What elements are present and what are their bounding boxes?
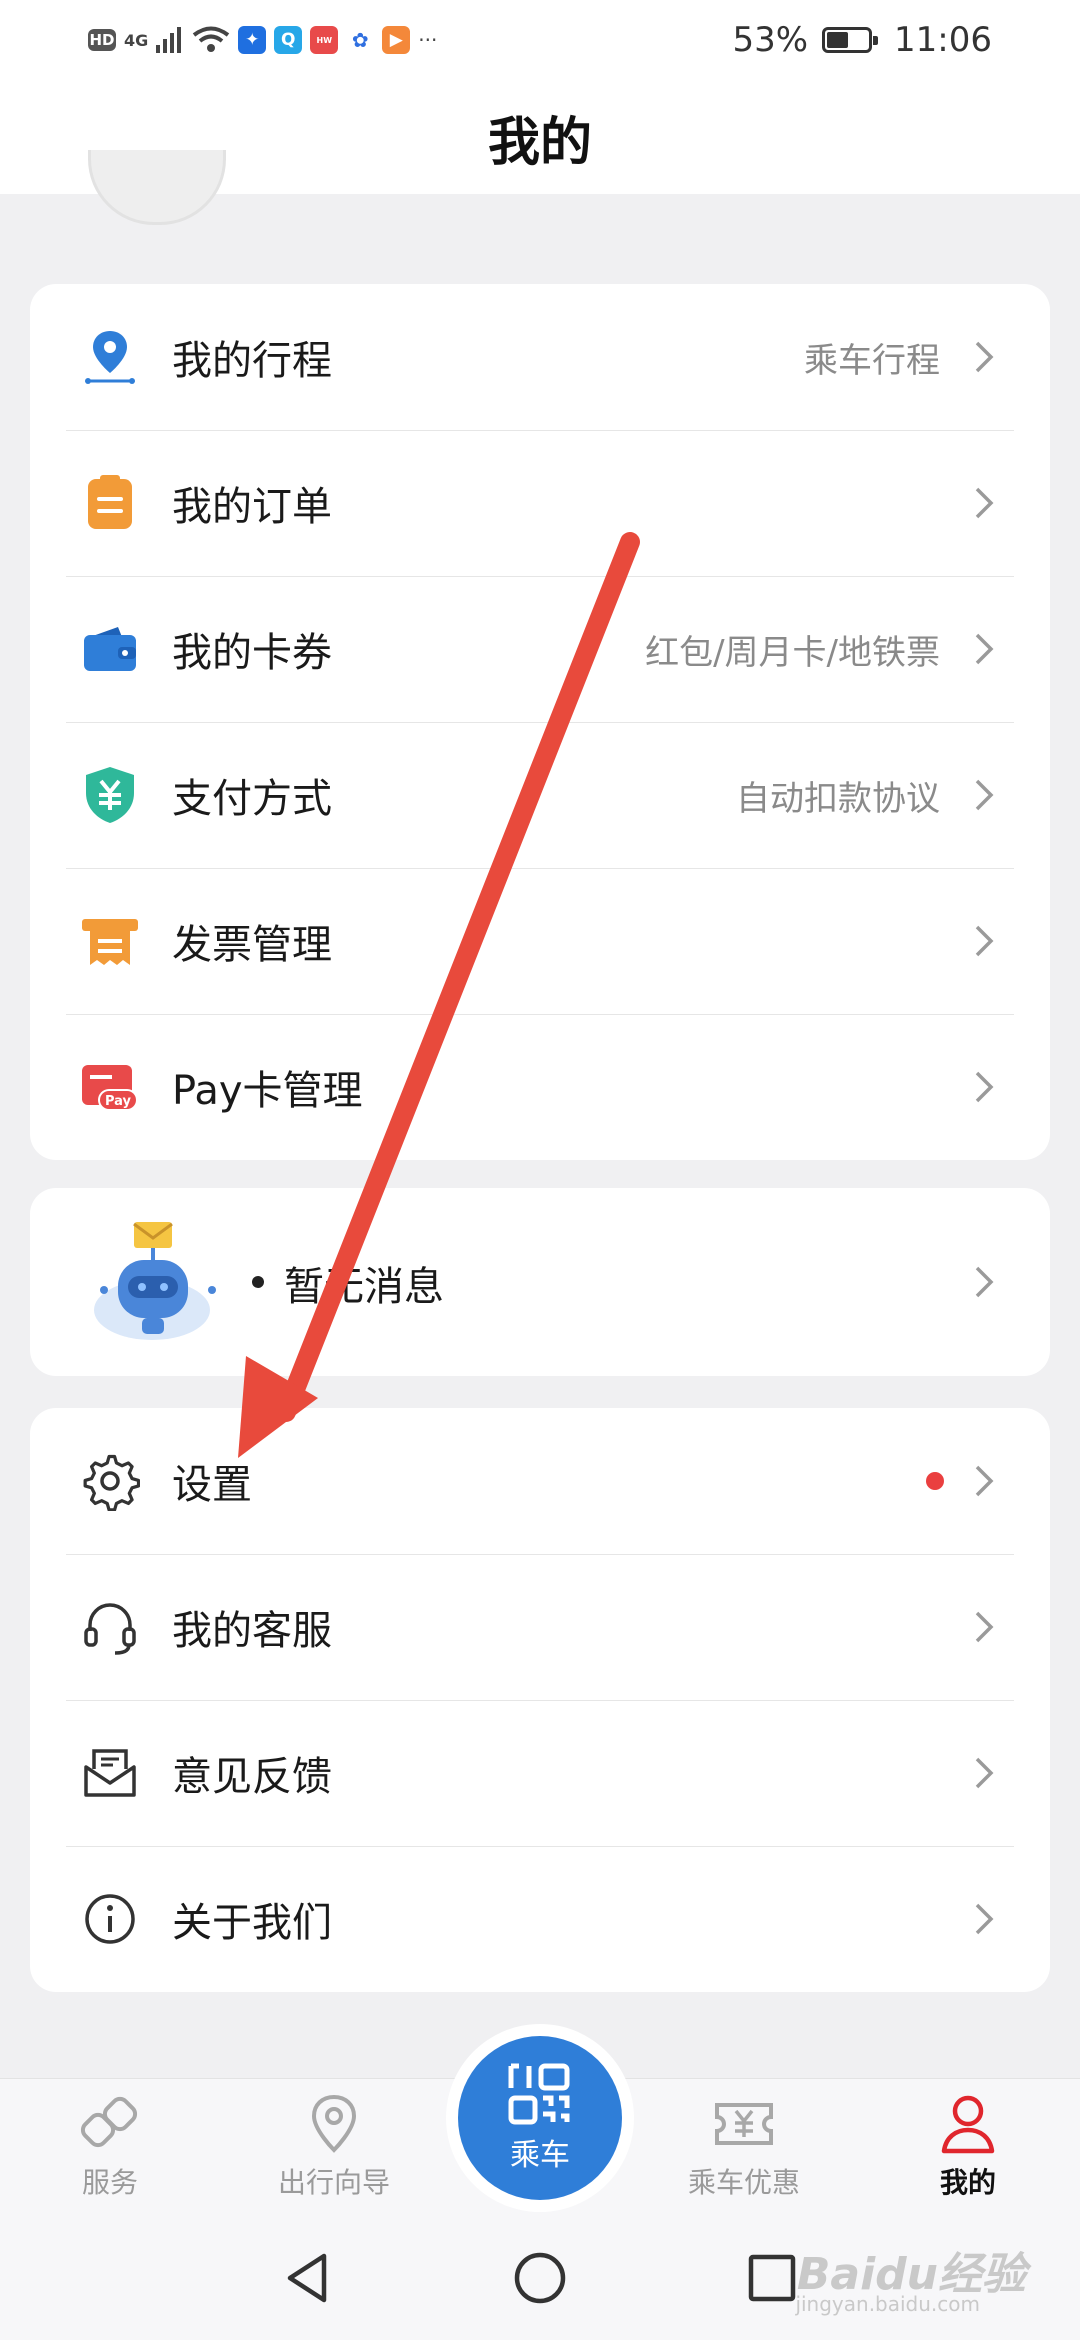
menu-item-customer-service[interactable]: 我的客服 — [30, 1554, 1050, 1700]
baidu-icon: ✿ — [346, 26, 375, 54]
page-title: 我的 — [487, 112, 592, 173]
status-bar: HD 4G ✦ Q HW ✿ ▶ ··· 53% 11:06 — [0, 0, 1080, 80]
menu-item-label: Pay卡管理 — [172, 1068, 363, 1114]
network-indicator: 4G — [124, 30, 149, 50]
tab-label: 乘车 — [510, 2138, 570, 2173]
chevron-right-icon — [975, 487, 994, 519]
tab-mine[interactable]: 我的 — [868, 2091, 1068, 2211]
chevron-right-icon — [975, 1071, 994, 1103]
svg-text:Pay: Pay — [105, 1094, 132, 1109]
tab-label: 我的 — [939, 2166, 996, 2199]
tab-label: 服务 — [81, 2166, 138, 2199]
tab-service[interactable]: 服务 — [10, 2091, 210, 2211]
menu-item-payment[interactable]: 支付方式 自动扣款协议 — [30, 722, 1050, 868]
tab-label: 乘车优惠 — [687, 2166, 800, 2199]
message-bullet — [252, 1276, 264, 1288]
tab-guide[interactable]: 出行向导 — [234, 2091, 434, 2211]
chevron-right-icon — [975, 1757, 994, 1789]
menu-item-label: 发票管理 — [172, 922, 332, 968]
battery-icon — [822, 27, 879, 53]
search-app-icon: Q — [274, 26, 303, 54]
main-menu-card: 我的行程 乘车行程 我的订单 我的卡券 红包/周月卡/地铁票 支付方式 自动扣款… — [30, 284, 1050, 1160]
menu-item-sub: 乘车行程 — [804, 340, 940, 381]
tab-ride[interactable]: 乘车 — [458, 2036, 622, 2200]
notification-dot — [926, 1472, 944, 1490]
chevron-right-icon — [975, 1903, 994, 1935]
menu-item-trips[interactable]: 我的行程 乘车行程 — [30, 284, 1050, 430]
user-icon — [941, 2095, 995, 2154]
wallet-icon — [84, 627, 136, 671]
settings-card: 设置 我的客服 意见反馈 关于我们 — [30, 1408, 1050, 1992]
pay-card-icon: Pay — [82, 1065, 138, 1111]
tab-label: 出行向导 — [277, 2166, 390, 2199]
service-icon — [80, 2096, 138, 2148]
menu-item-sub: 红包/周月卡/地铁票 — [645, 632, 940, 673]
hd-indicator: HD — [88, 29, 116, 51]
menu-item-coupons[interactable]: 我的卡券 红包/周月卡/地铁票 — [30, 576, 1050, 722]
headset-icon — [84, 1603, 136, 1655]
menu-item-label: 关于我们 — [172, 1900, 332, 1946]
robot-mail-icon — [94, 1222, 216, 1340]
chevron-right-icon — [975, 1465, 994, 1497]
menu-item-label: 我的客服 — [172, 1608, 332, 1654]
menu-item-label: 支付方式 — [172, 776, 332, 822]
menu-item-label: 我的行程 — [172, 338, 332, 384]
menu-item-label: 意见反馈 — [172, 1754, 332, 1800]
battery-level — [827, 32, 849, 48]
feedback-mail-icon — [84, 1749, 136, 1797]
yuan-shield-icon — [86, 767, 134, 823]
menu-item-pay-card[interactable]: Pay Pay卡管理 — [30, 1014, 1050, 1160]
huawei-icon: HW — [310, 26, 339, 54]
messages-row[interactable]: 暂无消息 — [30, 1188, 1050, 1376]
menu-item-orders[interactable]: 我的订单 — [30, 430, 1050, 576]
coupon-yuan-icon — [715, 2103, 773, 2145]
watermark-url: jingyan.baidu.com — [795, 2292, 980, 2316]
menu-item-settings[interactable]: 设置 — [30, 1408, 1050, 1554]
menu-item-label: 设置 — [172, 1462, 252, 1508]
menu-item-label: 我的订单 — [172, 484, 332, 530]
chevron-right-icon — [975, 341, 994, 373]
home-icon[interactable] — [510, 2248, 570, 2308]
battery-percent: 53% — [732, 20, 809, 60]
wifi-icon — [193, 26, 230, 52]
messages-card: 暂无消息 — [30, 1188, 1050, 1376]
recents-icon[interactable] — [742, 2248, 802, 2308]
order-clipboard-icon — [88, 475, 132, 529]
chevron-right-icon — [975, 779, 994, 811]
status-bar-left: HD 4G ✦ Q HW ✿ ▶ ··· — [88, 26, 437, 54]
status-bar-right: 53% 11:06 — [732, 20, 992, 60]
chevron-right-icon — [975, 1611, 994, 1643]
info-icon — [85, 1894, 135, 1944]
signal-icon — [156, 27, 182, 53]
menu-item-feedback[interactable]: 意见反馈 — [30, 1700, 1050, 1846]
menu-item-about[interactable]: 关于我们 — [30, 1846, 1050, 1992]
gear-icon — [83, 1454, 140, 1511]
chevron-right-icon — [975, 633, 994, 665]
menu-item-label: 我的卡券 — [172, 630, 332, 676]
chevron-right-icon — [975, 925, 994, 957]
guide-pin-icon — [311, 2094, 357, 2153]
menu-item-sub: 自动扣款协议 — [736, 778, 940, 819]
clock: 11:06 — [894, 20, 992, 60]
chevron-right-icon — [975, 1266, 994, 1298]
bulb-icon: ✦ — [238, 26, 267, 54]
invoice-icon — [82, 919, 138, 965]
qr-code-icon — [508, 2063, 570, 2125]
more-indicators: ··· — [418, 28, 438, 52]
messages-label: 暂无消息 — [284, 1264, 444, 1310]
play-icon: ▶ — [382, 26, 411, 54]
back-icon[interactable] — [278, 2248, 338, 2308]
menu-item-invoice[interactable]: 发票管理 — [30, 868, 1050, 1014]
avatar[interactable] — [88, 150, 226, 225]
location-pin-icon — [85, 331, 135, 384]
tab-discounts[interactable]: 乘车优惠 — [644, 2091, 844, 2211]
